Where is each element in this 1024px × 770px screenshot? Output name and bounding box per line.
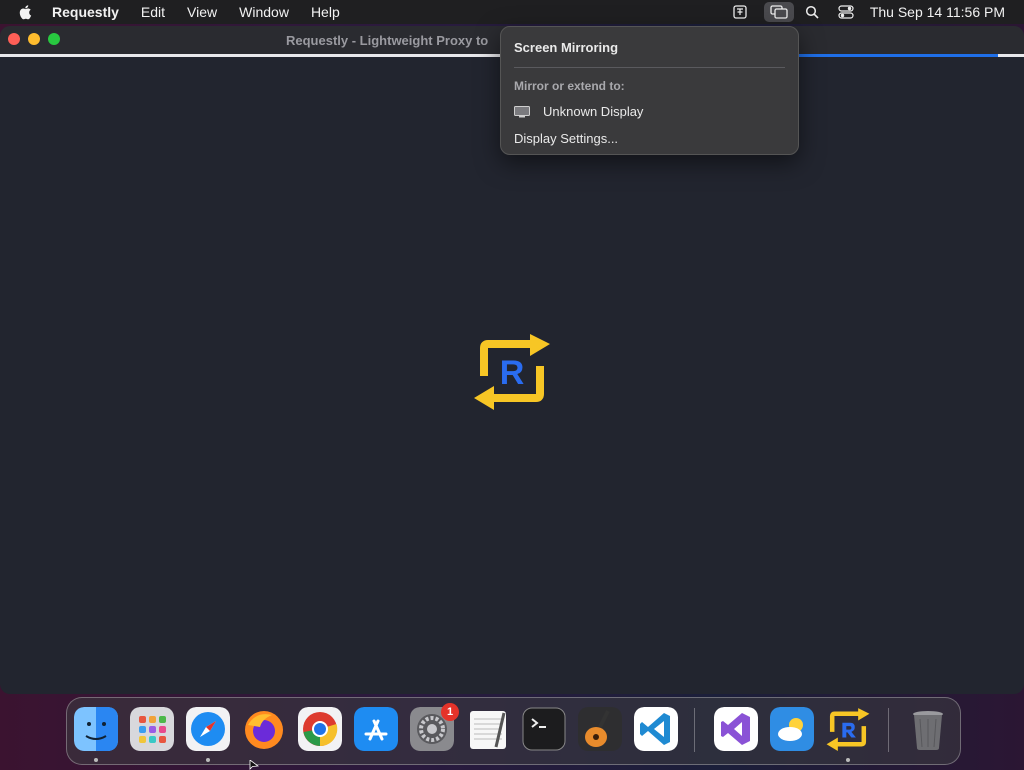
screen-mirroring-icon[interactable] bbox=[763, 2, 794, 22]
display-settings-link[interactable]: Display Settings... bbox=[514, 131, 618, 146]
dock-divider bbox=[694, 708, 695, 752]
firefox-icon bbox=[245, 711, 283, 749]
display-icon bbox=[514, 105, 530, 117]
apple-logo-icon[interactable] bbox=[18, 4, 34, 20]
safari-icon bbox=[186, 707, 230, 751]
menubar-clock[interactable]: Thu Sep 14 11:56 PM bbox=[870, 4, 1005, 20]
dock: 1 bbox=[66, 697, 961, 765]
settings-badge: 1 bbox=[441, 703, 459, 721]
dock-textedit[interactable] bbox=[466, 707, 510, 751]
dock-launchpad[interactable] bbox=[130, 707, 174, 751]
visual-studio-icon bbox=[714, 707, 758, 751]
running-indicator bbox=[206, 758, 210, 762]
menu-window[interactable]: Window bbox=[239, 4, 289, 20]
logo-letter: R bbox=[500, 354, 525, 392]
popover-title: Screen Mirroring bbox=[514, 40, 619, 55]
chrome-icon bbox=[298, 707, 342, 751]
dock-divider bbox=[888, 708, 889, 752]
dock-terminal[interactable] bbox=[522, 707, 566, 751]
display-status-icon[interactable] bbox=[730, 4, 750, 20]
dock-safari[interactable] bbox=[186, 707, 230, 751]
dock-trash[interactable] bbox=[906, 707, 950, 751]
dock-finder[interactable] bbox=[74, 707, 118, 751]
close-window-button[interactable] bbox=[8, 33, 20, 45]
loading-progress-fill bbox=[790, 54, 998, 57]
launchpad-icon bbox=[130, 707, 174, 751]
dock-garageband[interactable] bbox=[578, 707, 622, 751]
mirror-section-label: Mirror or extend to: bbox=[514, 79, 625, 93]
dock-visual-studio[interactable] bbox=[714, 707, 758, 751]
window-title: Requestly - Lightweight Proxy to bbox=[286, 33, 489, 48]
menu-help[interactable]: Help bbox=[311, 4, 340, 20]
unknown-display-item[interactable]: Unknown Display bbox=[514, 104, 643, 119]
weather-icon bbox=[770, 707, 814, 751]
menu-app-name[interactable]: Requestly bbox=[52, 4, 119, 20]
terminal-icon bbox=[522, 707, 566, 751]
running-indicator bbox=[846, 758, 850, 762]
dock-app-store[interactable] bbox=[354, 707, 398, 751]
textedit-icon bbox=[470, 711, 506, 749]
search-icon[interactable] bbox=[802, 4, 822, 20]
popover-divider bbox=[514, 67, 785, 68]
menu-view[interactable]: View bbox=[187, 4, 217, 20]
trash-icon bbox=[913, 711, 943, 750]
menu-bar: Requestly Edit View Window Help Thu Sep … bbox=[0, 0, 1024, 24]
dock-weather[interactable] bbox=[770, 707, 814, 751]
garageband-icon bbox=[578, 707, 622, 751]
dock-vscode[interactable] bbox=[634, 707, 678, 751]
dock-chrome[interactable] bbox=[298, 707, 342, 751]
dock-requestly[interactable] bbox=[826, 707, 870, 751]
finder-icon bbox=[74, 707, 118, 751]
app-store-icon bbox=[354, 707, 398, 751]
minimize-window-button[interactable] bbox=[28, 33, 40, 45]
requestly-logo-icon: R bbox=[474, 334, 550, 410]
mouse-pointer-icon bbox=[249, 760, 259, 770]
zoom-window-button[interactable] bbox=[48, 33, 60, 45]
screen-mirroring-popover: Screen Mirroring Mirror or extend to: Un… bbox=[500, 26, 799, 155]
control-center-icon[interactable] bbox=[836, 4, 856, 20]
dock-firefox[interactable] bbox=[242, 707, 286, 751]
running-indicator bbox=[94, 758, 98, 762]
menu-edit[interactable]: Edit bbox=[141, 4, 165, 20]
vscode-icon bbox=[634, 707, 678, 751]
unknown-display-label: Unknown Display bbox=[543, 104, 644, 119]
requestly-icon bbox=[826, 708, 870, 751]
